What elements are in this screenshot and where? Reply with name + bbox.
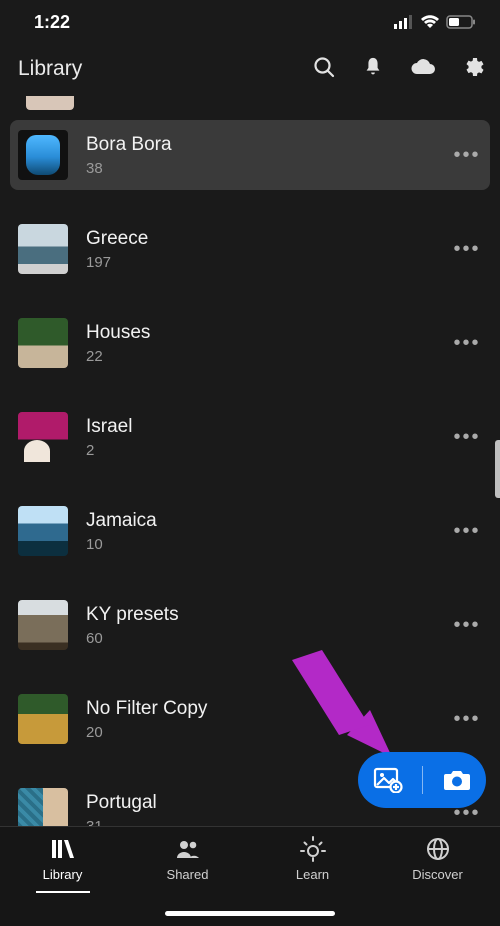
- more-icon[interactable]: •••: [452, 239, 482, 259]
- album-count: 20: [86, 724, 452, 741]
- status-bar: 1:22: [0, 0, 500, 44]
- tab-label: Discover: [412, 867, 463, 882]
- tab-discover[interactable]: Discover: [375, 837, 500, 926]
- album-row[interactable]: Bora Bora 38 •••: [10, 120, 490, 190]
- tab-library[interactable]: Library: [0, 837, 125, 926]
- status-icons: [394, 15, 476, 29]
- album-thumbnail: [18, 224, 68, 274]
- album-thumbnail: [18, 506, 68, 556]
- album-count: 22: [86, 348, 452, 365]
- discover-icon: [426, 837, 450, 861]
- add-fab: [358, 752, 486, 808]
- album-row[interactable]: Houses 22 •••: [10, 308, 490, 378]
- more-icon[interactable]: •••: [452, 709, 482, 729]
- bell-icon[interactable]: [362, 56, 384, 83]
- album-count: 10: [86, 536, 452, 553]
- import-photos-button[interactable]: [366, 767, 410, 793]
- album-thumbnail: [18, 318, 68, 368]
- learn-icon: [300, 837, 326, 861]
- tab-label: Library: [43, 867, 83, 882]
- album-thumbnail: [18, 412, 68, 462]
- status-time: 1:22: [34, 12, 70, 33]
- shared-icon: [175, 837, 201, 861]
- tab-label: Learn: [296, 867, 329, 882]
- album-count: 38: [86, 160, 452, 177]
- album-row[interactable]: Jamaica 10 •••: [10, 496, 490, 566]
- album-title: Bora Bora: [86, 134, 452, 156]
- more-icon[interactable]: •••: [452, 615, 482, 635]
- cloud-icon[interactable]: [410, 57, 436, 82]
- library-icon: [50, 837, 76, 861]
- album-title: No Filter Copy: [86, 698, 452, 720]
- header: Library: [0, 44, 500, 94]
- album-title: KY presets: [86, 604, 452, 626]
- more-icon[interactable]: •••: [452, 521, 482, 541]
- album-thumbnail: [18, 600, 68, 650]
- scroll-indicator[interactable]: [495, 440, 500, 498]
- album-row[interactable]: No Filter Copy 20 •••: [10, 684, 490, 754]
- battery-icon: [446, 15, 476, 29]
- album-count: 197: [86, 254, 452, 271]
- more-icon[interactable]: •••: [452, 145, 482, 165]
- album-row-partial[interactable]: [18, 96, 482, 110]
- fab-divider: [422, 766, 423, 794]
- more-icon[interactable]: •••: [452, 427, 482, 447]
- album-title: Greece: [86, 228, 452, 250]
- cellular-icon: [394, 15, 414, 29]
- album-thumbnail: [18, 130, 68, 180]
- album-row[interactable]: Israel 2 •••: [10, 402, 490, 472]
- camera-button[interactable]: [435, 768, 479, 792]
- tab-label: Shared: [167, 867, 209, 882]
- album-title: Jamaica: [86, 510, 452, 532]
- gear-icon[interactable]: [462, 55, 486, 84]
- home-indicator[interactable]: [165, 911, 335, 916]
- wifi-icon: [420, 15, 440, 29]
- album-row[interactable]: KY presets 60 •••: [10, 590, 490, 660]
- album-count: 2: [86, 442, 452, 459]
- album-title: Israel: [86, 416, 452, 438]
- album-thumbnail: [26, 96, 74, 110]
- album-row[interactable]: Greece 197 •••: [10, 214, 490, 284]
- album-count: 60: [86, 630, 452, 647]
- search-icon[interactable]: [312, 55, 336, 84]
- album-title: Houses: [86, 322, 452, 344]
- album-thumbnail: [18, 694, 68, 744]
- more-icon[interactable]: •••: [452, 333, 482, 353]
- page-title: Library: [18, 57, 312, 81]
